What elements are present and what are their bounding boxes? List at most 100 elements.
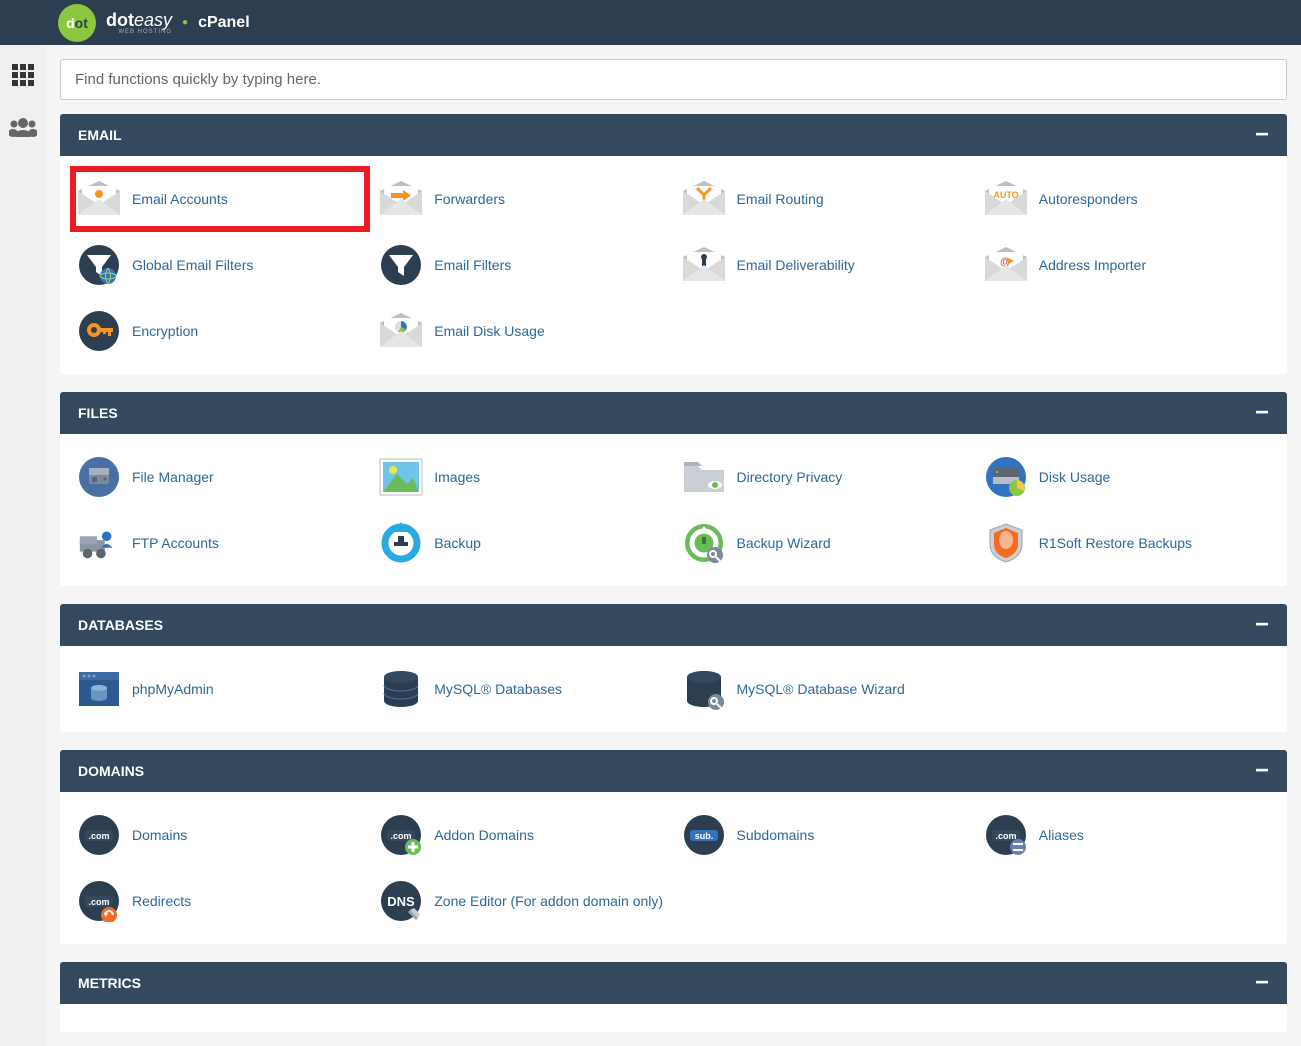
item-label: Address Importer <box>1039 257 1146 273</box>
panel-email: EMAIL − Email Accounts Forwarders <box>60 114 1287 374</box>
sidebar <box>0 45 46 1046</box>
item-subdomains[interactable]: sub. Subdomains <box>679 806 971 864</box>
item-mysql-wizard[interactable]: MySQL® Database Wizard <box>679 660 971 718</box>
item-zone-editor[interactable]: DNS Zone Editor (For addon domain only) <box>376 872 668 930</box>
addon-domains-icon: .com <box>378 813 424 857</box>
item-label: Backup <box>434 535 481 551</box>
item-label: Email Routing <box>737 191 824 207</box>
panel-header-email[interactable]: EMAIL − <box>60 114 1287 156</box>
panel-domains: DOMAINS − .com Domains .com Addon Domain… <box>60 750 1287 944</box>
item-forwarders[interactable]: Forwarders <box>376 170 668 228</box>
panel-title: FILES <box>78 405 118 421</box>
apps-grid-icon[interactable] <box>11 63 35 92</box>
item-email-filters[interactable]: Email Filters <box>376 236 668 294</box>
item-label: Email Accounts <box>132 191 228 207</box>
content-area: EMAIL − Email Accounts Forwarders <box>46 45 1301 1046</box>
panel-header-files[interactable]: FILES − <box>60 392 1287 434</box>
item-directory-privacy[interactable]: Directory Privacy <box>679 448 971 506</box>
svg-text:.com: .com <box>995 831 1016 841</box>
global-filters-icon <box>76 243 122 287</box>
item-backup[interactable]: Backup <box>376 514 668 572</box>
item-domains[interactable]: .com Domains <box>74 806 366 864</box>
item-label: Email Filters <box>434 257 511 273</box>
autoresponders-icon: AUTO <box>983 177 1029 221</box>
item-label: Zone Editor (For addon domain only) <box>434 893 663 909</box>
item-backup-wizard[interactable]: Backup Wizard <box>679 514 971 572</box>
header-bar: dot doteasy WEB HOSTING ● cPanel <box>0 0 1301 45</box>
item-label: File Manager <box>132 469 214 485</box>
item-label: Directory Privacy <box>737 469 843 485</box>
item-label: Email Deliverability <box>737 257 855 273</box>
redirects-icon: .com <box>76 879 122 923</box>
item-mysql-databases[interactable]: MySQL® Databases <box>376 660 668 718</box>
item-label: Subdomains <box>737 827 815 843</box>
item-label: Autoresponders <box>1039 191 1138 207</box>
collapse-icon[interactable]: − <box>1255 766 1269 776</box>
logo-circle-icon: dot <box>58 4 96 42</box>
item-label: Encryption <box>132 323 198 339</box>
panel-header-domains[interactable]: DOMAINS − <box>60 750 1287 792</box>
item-images[interactable]: Images <box>376 448 668 506</box>
brand-right: easy <box>134 11 172 29</box>
item-addon-domains[interactable]: .com Addon Domains <box>376 806 668 864</box>
item-email-accounts[interactable]: Email Accounts <box>74 170 366 228</box>
item-label: FTP Accounts <box>132 535 219 551</box>
search-input[interactable] <box>60 59 1287 100</box>
item-ftp-accounts[interactable]: FTP Accounts <box>74 514 366 572</box>
address-importer-icon: @ <box>983 243 1029 287</box>
encryption-icon <box>76 309 122 353</box>
disk-usage-icon <box>983 455 1029 499</box>
item-r1soft[interactable]: R1Soft Restore Backups <box>981 514 1273 572</box>
collapse-icon[interactable]: − <box>1255 620 1269 630</box>
collapse-icon[interactable]: − <box>1255 408 1269 418</box>
panel-title: DATABASES <box>78 617 163 633</box>
panel-header-metrics[interactable]: METRICS − <box>60 962 1287 1004</box>
item-redirects[interactable]: .com Redirects <box>74 872 366 930</box>
panel-header-databases[interactable]: DATABASES − <box>60 604 1287 646</box>
collapse-icon[interactable]: − <box>1255 130 1269 140</box>
item-label: Addon Domains <box>434 827 534 843</box>
phpmyadmin-icon <box>76 667 122 711</box>
app-name: cPanel <box>198 14 250 32</box>
item-label: MySQL® Database Wizard <box>737 681 905 697</box>
email-routing-icon <box>681 177 727 221</box>
item-label: R1Soft Restore Backups <box>1039 535 1192 551</box>
panel-databases: DATABASES − phpMyAdmin MySQL® Databases <box>60 604 1287 732</box>
item-phpmyadmin[interactable]: phpMyAdmin <box>74 660 366 718</box>
brand-logo[interactable]: dot doteasy WEB HOSTING ● cPanel <box>58 4 250 42</box>
email-disk-usage-icon <box>378 309 424 353</box>
brand-left: dot <box>106 11 134 29</box>
panel-files: FILES − File Manager Images <box>60 392 1287 586</box>
panel-title: DOMAINS <box>78 763 144 779</box>
images-icon <box>378 455 424 499</box>
item-address-importer[interactable]: @ Address Importer <box>981 236 1273 294</box>
brand-sub: WEB HOSTING <box>106 29 172 35</box>
file-manager-icon <box>76 455 122 499</box>
svg-text:.com: .com <box>391 831 412 841</box>
ftp-accounts-icon <box>76 521 122 565</box>
zone-editor-icon: DNS <box>378 879 424 923</box>
users-icon[interactable] <box>9 117 37 142</box>
item-label: Backup Wizard <box>737 535 831 551</box>
panel-title: EMAIL <box>78 127 122 143</box>
svg-text:AUTO: AUTO <box>993 190 1018 200</box>
collapse-icon[interactable]: − <box>1255 978 1269 988</box>
panel-title: METRICS <box>78 975 141 991</box>
item-aliases[interactable]: .com Aliases <box>981 806 1273 864</box>
svg-text:sub.: sub. <box>694 831 713 841</box>
item-encryption[interactable]: Encryption <box>74 302 366 360</box>
item-label: Domains <box>132 827 187 843</box>
item-disk-usage[interactable]: Disk Usage <box>981 448 1273 506</box>
item-label: Redirects <box>132 893 191 909</box>
item-email-routing[interactable]: Email Routing <box>679 170 971 228</box>
item-global-email-filters[interactable]: Global Email Filters <box>74 236 366 294</box>
item-email-disk-usage[interactable]: Email Disk Usage <box>376 302 668 360</box>
mysql-wizard-icon <box>681 667 727 711</box>
item-email-deliverability[interactable]: Email Deliverability <box>679 236 971 294</box>
item-label: MySQL® Databases <box>434 681 562 697</box>
item-file-manager[interactable]: File Manager <box>74 448 366 506</box>
item-label: phpMyAdmin <box>132 681 214 697</box>
backup-icon <box>378 521 424 565</box>
item-label: Aliases <box>1039 827 1084 843</box>
item-autoresponders[interactable]: AUTO Autoresponders <box>981 170 1273 228</box>
